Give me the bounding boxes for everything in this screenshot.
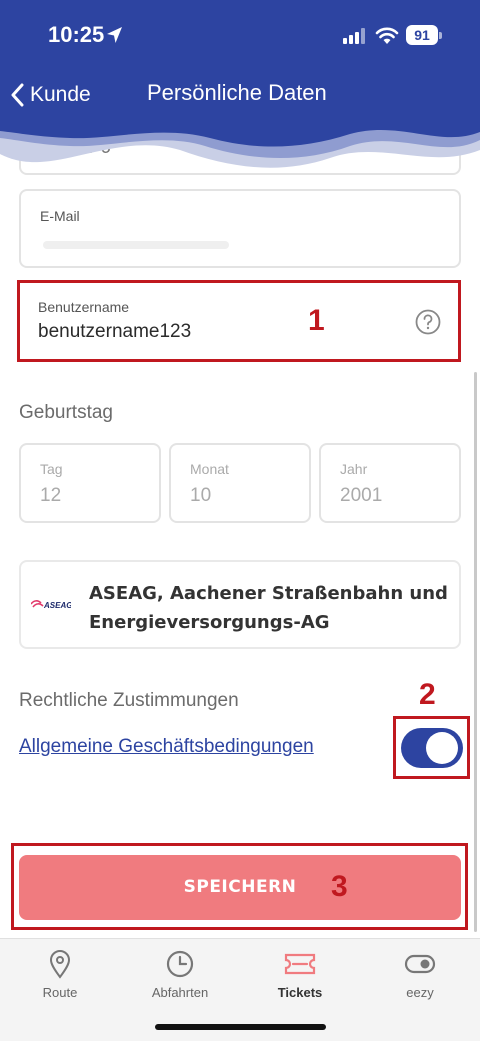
organization-card: ASEAG ASEAG, Aachener Straßenbahn und En… — [19, 560, 461, 649]
username-field-label: Benutzername — [38, 299, 130, 315]
organization-name: ASEAG, Aachener Straßenbahn und Energiev… — [89, 583, 448, 633]
map-pin-icon — [49, 950, 71, 979]
street-field[interactable]: Naveo 6 — [19, 120, 461, 175]
year-value: 2001 — [340, 485, 383, 506]
tab-label: Route — [42, 985, 78, 1000]
legal-section-title: Rechtliche Zustimmungen — [19, 690, 239, 711]
street-field-value: Naveo 6 — [40, 137, 111, 158]
username-field-value: benutzername123 — [38, 321, 192, 342]
tab-departures[interactable]: Abfahrten — [130, 949, 230, 1009]
cellular-signal-icon — [343, 28, 365, 44]
day-value: 12 — [40, 485, 62, 506]
email-field[interactable]: E-Mail — [19, 189, 461, 268]
navigation-bar: Kunde Persönliche Daten — [0, 70, 480, 120]
page-title: Persönliche Daten — [147, 80, 327, 105]
terms-toggle[interactable] — [401, 728, 463, 768]
back-button[interactable]: Kunde — [10, 78, 91, 112]
annotation-number-3: 3 — [331, 870, 348, 903]
birthday-month-field[interactable]: Monat 10 — [169, 443, 311, 523]
tab-route[interactable]: Route — [10, 949, 110, 1009]
annotation-number-1: 1 — [308, 304, 325, 337]
save-button[interactable]: SPEICHERN — [19, 855, 461, 920]
back-button-label: Kunde — [30, 83, 91, 106]
birthday-section-title: Geburtstag — [19, 402, 113, 423]
annotation-number-2: 2 — [419, 678, 436, 711]
battery-indicator: 91 — [406, 25, 438, 45]
status-time: 10:25 — [48, 22, 105, 47]
year-label: Jahr — [340, 461, 368, 477]
chevron-left-icon — [11, 83, 24, 107]
clock-icon — [166, 950, 194, 978]
email-field-redacted-value — [43, 241, 229, 249]
month-value: 10 — [190, 485, 212, 506]
birthday-day-field[interactable]: Tag 12 — [19, 443, 161, 523]
aseag-logo: ASEAG — [31, 600, 71, 610]
wifi-icon — [375, 27, 399, 44]
tab-tickets[interactable]: Tickets — [250, 949, 350, 1009]
scrollbar[interactable] — [474, 372, 477, 932]
svg-text:ASEAG: ASEAG — [43, 601, 71, 610]
birthday-year-field[interactable]: Jahr 2001 — [319, 443, 461, 523]
tab-label: Abfahrten — [151, 985, 209, 1000]
toggle-icon — [404, 954, 436, 974]
day-label: Tag — [40, 461, 63, 477]
ticket-icon — [284, 953, 316, 975]
username-field[interactable]: Benutzername benutzername123 — [19, 283, 461, 359]
status-bar: 10:25 91 — [0, 0, 480, 70]
month-label: Monat — [190, 461, 229, 477]
tab-label: eezy — [406, 985, 434, 1000]
toggle-knob — [426, 732, 458, 764]
tab-label: Tickets — [277, 985, 323, 1000]
email-field-label: E-Mail — [40, 208, 80, 224]
terms-link[interactable]: Allgemeine Geschäftsbedingungen — [19, 736, 314, 758]
tab-eezy[interactable]: eezy — [370, 949, 470, 1009]
battery-tip — [439, 32, 442, 39]
help-icon[interactable] — [415, 309, 441, 335]
location-arrow-icon — [107, 27, 122, 43]
home-indicator — [155, 1024, 326, 1030]
